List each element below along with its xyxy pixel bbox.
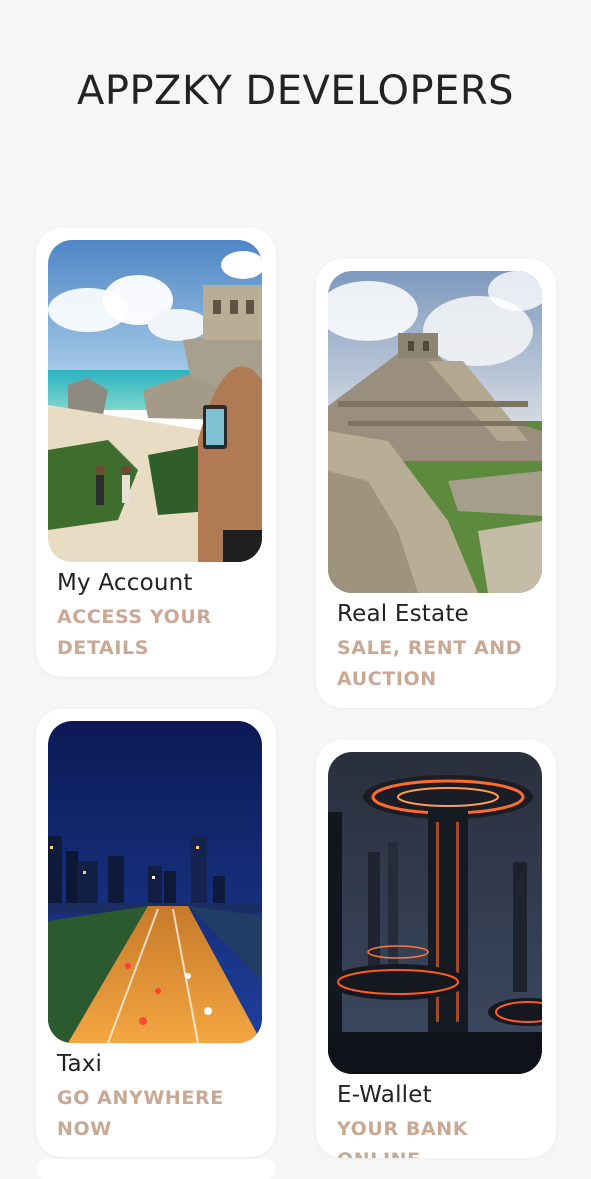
night-highway-city-image	[48, 721, 262, 1043]
page-title: APPZKY DEVELOPERS	[76, 68, 515, 114]
card-label: E-Wallet	[337, 1082, 432, 1108]
card-e-wallet[interactable]: E-Wallet YOUR BANK ONLINE	[316, 740, 556, 1158]
card-subtitle: SALE, RENT AND AUCTION	[337, 637, 523, 690]
card-taxi[interactable]: Taxi GO ANYWHERE NOW	[36, 709, 276, 1157]
card-my-account[interactable]: My Account ACCESS YOUR DETAILS	[36, 228, 276, 677]
pyramid-ruins-image	[328, 271, 542, 593]
card-real-estate[interactable]: Real Estate SALE, RENT AND AUCTION	[316, 259, 556, 708]
next-card-peek	[36, 1159, 276, 1179]
beach-ruins-image	[48, 240, 262, 562]
card-label: My Account	[57, 570, 193, 596]
card-subtitle: ACCESS YOUR DETAILS	[57, 606, 212, 659]
card-subtitle: YOUR BANK ONLINE	[337, 1118, 469, 1158]
card-label: Taxi	[57, 1051, 103, 1077]
card-subtitle: GO ANYWHERE NOW	[57, 1087, 224, 1140]
card-label: Real Estate	[337, 601, 469, 627]
futuristic-city-image	[328, 752, 542, 1074]
